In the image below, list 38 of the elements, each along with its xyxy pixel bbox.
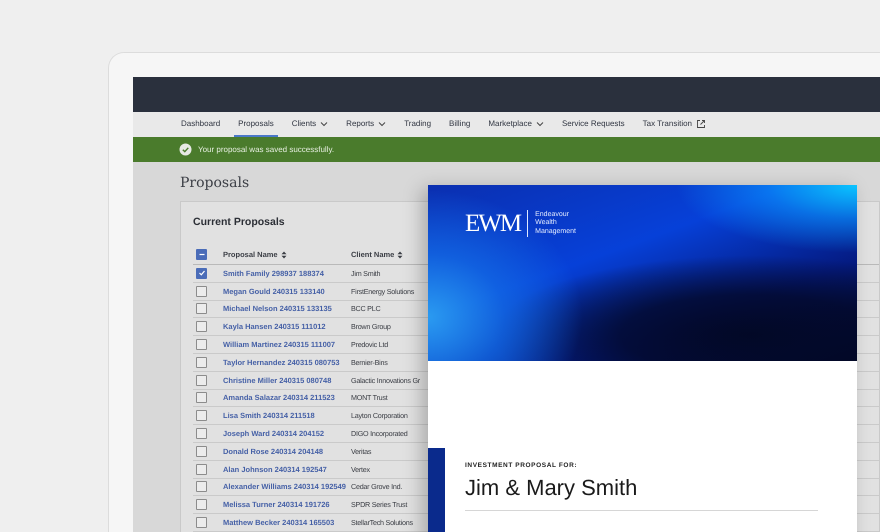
nav-tab[interactable]: Service Requests (558, 112, 629, 137)
row-checkbox[interactable] (196, 374, 207, 386)
sort-icon (280, 250, 287, 258)
row-checkbox[interactable] (196, 410, 207, 422)
row-checkbox[interactable] (196, 286, 207, 297)
row-checkbox[interactable] (196, 339, 207, 350)
page-title: Proposals (180, 175, 250, 191)
nav-tab[interactable]: Marketplace (484, 112, 548, 137)
client-name-heading: Jim & Mary Smith (465, 475, 818, 511)
sort-icon (397, 250, 404, 258)
nav-tab[interactable]: Tax Transition (638, 112, 710, 137)
row-checkbox[interactable] (196, 268, 207, 279)
nav-tab[interactable]: Billing (445, 112, 474, 137)
row-checkbox[interactable] (196, 356, 207, 368)
minus-icon (198, 251, 206, 258)
chevron-down-icon (378, 120, 386, 126)
row-checkbox[interactable] (196, 446, 207, 457)
nav-tab[interactable]: Clients (288, 112, 332, 137)
nav-tab[interactable]: Reports (342, 112, 390, 137)
chevron-down-icon (320, 120, 328, 126)
chevron-down-icon (536, 120, 544, 126)
logo-mark: EWM (465, 211, 520, 236)
select-all-checkbox[interactable] (196, 249, 207, 260)
row-checkbox[interactable] (196, 392, 207, 404)
external-link-icon (696, 118, 706, 128)
nav-tab[interactable]: Trading (400, 112, 436, 137)
row-checkbox[interactable] (196, 428, 207, 440)
row-checkbox[interactable] (196, 517, 207, 528)
row-checkbox[interactable] (196, 499, 207, 510)
card-title: Current Proposals (193, 216, 285, 228)
nav-tab[interactable]: Dashboard (177, 112, 224, 137)
row-checkbox[interactable] (196, 321, 207, 332)
check-circle-icon (179, 143, 192, 156)
success-message: Your proposal was saved successfully. (198, 145, 334, 154)
row-checkbox[interactable] (196, 303, 207, 314)
check-icon (198, 269, 206, 278)
row-checkbox[interactable] (196, 464, 207, 475)
row-checkbox[interactable] (196, 481, 207, 492)
